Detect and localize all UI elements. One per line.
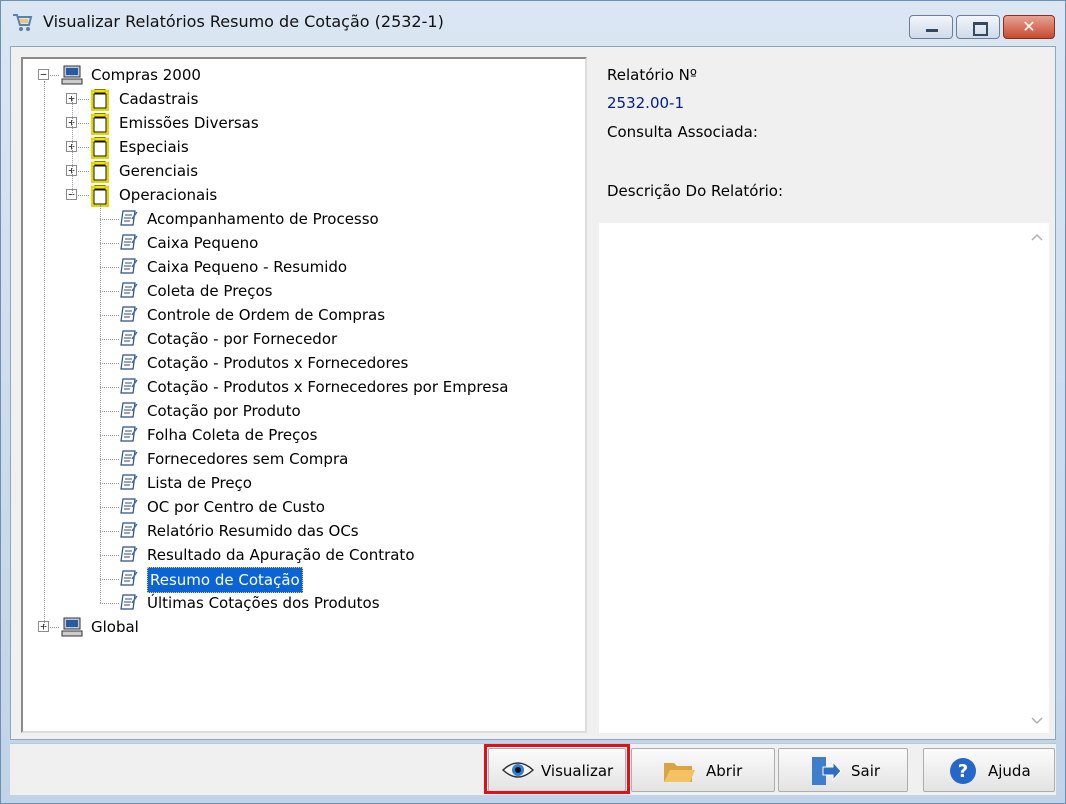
tree-item-label: Coleta de Preços	[147, 282, 273, 300]
tree-connector-line	[100, 483, 119, 484]
tree-item-label: Cadastrais	[119, 90, 199, 108]
tree-connector-line	[44, 81, 45, 627]
tree-connector-line	[100, 291, 119, 292]
tree-connector-line	[100, 459, 119, 460]
abrir-button[interactable]: Abrir	[631, 748, 775, 792]
tree-item-label: Especiais	[119, 138, 189, 156]
tree-item-label: Últimas Cotações dos Produtos	[147, 594, 380, 612]
tree-connector-line	[78, 123, 89, 124]
tree-item-label: Resultado da Apuração de Contrato	[147, 546, 415, 564]
maximize-button[interactable]	[956, 15, 1000, 39]
tree-connector-line	[100, 363, 119, 364]
tree-item-global[interactable]: + Global	[23, 615, 583, 639]
tree-connector-line	[100, 603, 119, 604]
tree-item-label: Lista de Preço	[147, 474, 252, 492]
tree-item-label: Gerenciais	[119, 162, 199, 180]
tree-item-label: Global	[91, 618, 139, 636]
tree-connector-line	[100, 579, 119, 580]
tree-item-label: Cotação - Produtos x Fornecedores por Em…	[147, 378, 509, 396]
ajuda-label: Ajuda	[988, 762, 1031, 780]
tree-item-label: Caixa Pequeno	[147, 234, 259, 252]
tree-connector-line	[100, 507, 119, 508]
ajuda-button[interactable]: ? Ajuda	[923, 748, 1055, 792]
tree-connector-line	[78, 171, 89, 172]
associated-query-label: Consulta Associada:	[607, 123, 758, 141]
title-bar: Visualizar Relatórios Resumo de Cotação …	[1, 1, 1065, 41]
tree-item-label: Caixa Pequeno - Resumido	[147, 258, 348, 276]
scroll-up-icon[interactable]	[1031, 233, 1043, 241]
tree-item-label: Cotação - por Fornecedor	[147, 330, 338, 348]
tree-connector-line	[50, 627, 59, 628]
tree-connector-line	[100, 315, 119, 316]
main-window: Visualizar Relatórios Resumo de Cotação …	[0, 0, 1066, 804]
report-description-box[interactable]	[599, 223, 1049, 733]
app-cart-icon	[13, 14, 33, 31]
tree-item-label: Compras 2000	[91, 66, 201, 84]
tree-connector-line	[78, 99, 89, 100]
tree-folder-3[interactable]: + Gerenciais	[23, 159, 583, 184]
help-icon: ?	[950, 758, 976, 784]
sair-button[interactable]: Sair	[778, 748, 908, 792]
sair-label: Sair	[851, 762, 881, 780]
tree-item-label: Folha Coleta de Preços	[147, 426, 318, 444]
tree-item-label: Cotação - Produtos x Fornecedores	[147, 354, 409, 372]
abrir-label: Abrir	[706, 762, 743, 780]
report-description-label: Descrição Do Relatório:	[607, 182, 784, 200]
tree-connector-line	[100, 267, 119, 268]
tree-connector-line	[100, 339, 119, 340]
tree-connector-line	[100, 435, 119, 436]
svg-text:?: ?	[958, 761, 968, 782]
tree-connector-line	[100, 387, 119, 388]
minimize-button[interactable]	[909, 15, 953, 39]
report-info-panel: Relatório Nº 2532.00-1 Consulta Associad…	[595, 57, 1049, 733]
scroll-down-icon[interactable]	[1031, 717, 1043, 725]
tree-folder-1[interactable]: + Emissões Diversas	[23, 111, 583, 136]
tree-connector-line	[100, 411, 119, 412]
report-number-value: 2532.00-1	[607, 94, 684, 112]
window-title: Visualizar Relatórios Resumo de Cotação …	[43, 12, 444, 31]
visualizar-highlight-box	[484, 744, 630, 794]
computer-icon	[61, 617, 83, 644]
tree-item-label: Fornecedores sem Compra	[147, 450, 349, 468]
close-icon: ✕	[1022, 17, 1036, 36]
tree-connector-line	[78, 147, 89, 148]
collapse-icon[interactable]: −	[38, 69, 49, 80]
tree-folder-0[interactable]: + Cadastrais	[23, 87, 583, 112]
tree-item-label: Cotação por Produto	[147, 402, 301, 420]
exit-door-icon	[812, 757, 842, 785]
tree-item-label: Controle de Ordem de Compras	[147, 306, 386, 324]
client-area: − Compras 2000 + Cadastrais + Emissões Divers…	[10, 46, 1056, 740]
tree-connector-line	[100, 243, 119, 244]
tree-connector-line	[100, 531, 119, 532]
report-number-label: Relatório Nº	[607, 66, 697, 84]
tree-item-label: Acompanhamento de Processo	[147, 210, 379, 228]
close-button[interactable]: ✕	[1003, 15, 1055, 39]
tree-connector-line	[50, 75, 59, 76]
tree-item-label: Relatório Resumido das OCs	[147, 522, 359, 540]
tree-connector-line	[78, 195, 89, 196]
tree-folder-2[interactable]: + Especiais	[23, 135, 583, 160]
tree-item-label: OC por Centro de Custo	[147, 498, 325, 516]
tree-connector-line	[100, 205, 101, 603]
report-tree[interactable]: − Compras 2000 + Cadastrais + Emissões Divers…	[21, 57, 587, 733]
tree-connector-line	[100, 219, 119, 220]
tree-item-label: Emissões Diversas	[119, 114, 259, 132]
tree-folder-4[interactable]: − Operacionais	[23, 183, 583, 208]
tree-connector-line	[100, 555, 119, 556]
tree-item-label: Resumo de Cotação	[147, 567, 303, 593]
folder-open-icon	[664, 763, 695, 782]
tree-item-compras-2000[interactable]: − Compras 2000	[23, 63, 583, 87]
tree-connector-line	[72, 99, 73, 195]
tree-item-label: Operacionais	[119, 186, 218, 204]
